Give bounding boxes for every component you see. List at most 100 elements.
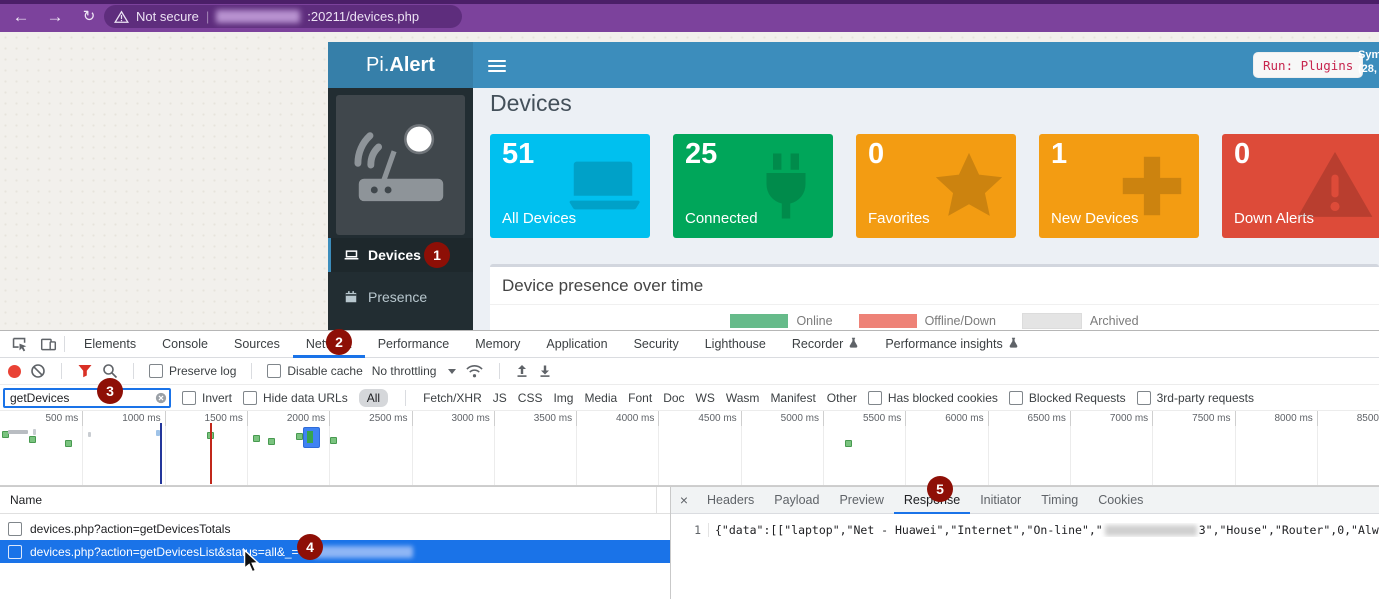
filter-more-label: Blocked Requests xyxy=(1029,391,1126,405)
requests-name-column-header[interactable]: Name xyxy=(0,487,670,514)
not-secure-label: Not secure xyxy=(136,9,199,24)
sidebar-item-label: Devices xyxy=(368,247,421,263)
request-checkbox[interactable] xyxy=(8,545,22,559)
record-icon[interactable] xyxy=(8,365,21,378)
detail-tab-payload[interactable]: Payload xyxy=(764,487,829,514)
tab-label: Sources xyxy=(234,337,280,351)
import-har-icon[interactable] xyxy=(515,363,529,379)
filter-blocked-requests-toggle[interactable]: Blocked Requests xyxy=(1009,391,1126,405)
card-favorites[interactable]: 0Favorites xyxy=(856,134,1016,238)
legend-item-offline-down[interactable]: Offline/Down xyxy=(859,313,996,329)
checkbox[interactable] xyxy=(1137,391,1151,405)
address-bar[interactable]: Not secure | :20211/devices.php xyxy=(104,5,462,28)
filter-3rd-party-requests-toggle[interactable]: 3rd-party requests xyxy=(1137,391,1254,405)
tab-elements[interactable]: Elements xyxy=(71,331,149,358)
card-down-alerts[interactable]: 0Down Alerts xyxy=(1222,134,1379,238)
run-plugins-button[interactable]: Run: Plugins xyxy=(1253,52,1363,78)
timeline-tick-label: 6000 ms xyxy=(916,413,984,424)
disable-cache-toggle[interactable]: Disable cache xyxy=(267,364,362,378)
network-overview-timeline[interactable]: 500 ms1000 ms1500 ms2000 ms2500 ms3000 m… xyxy=(0,411,1379,486)
legend-item-online[interactable]: Online xyxy=(730,313,832,329)
request-type-filters: All Fetch/XHR JS CSS Img Media Font Doc WS Wasm Ma… xyxy=(359,389,857,407)
detail-tab-cookies[interactable]: Cookies xyxy=(1088,487,1153,514)
request-row[interactable]: devices.php?action=getDevicesList&status… xyxy=(0,540,670,563)
preserve-log-checkbox[interactable] xyxy=(149,364,163,378)
sidebar-item-presence[interactable]: Presence xyxy=(328,280,473,314)
legend-label: Archived xyxy=(1090,314,1139,328)
filter-type-ws[interactable]: WS xyxy=(696,391,715,405)
close-icon[interactable]: × xyxy=(671,492,697,508)
detail-tab-headers[interactable]: Headers xyxy=(697,487,764,514)
search-icon[interactable] xyxy=(102,363,118,379)
card-value: 51 xyxy=(502,138,534,171)
timeline-tick-label: 8500 ms xyxy=(1327,413,1379,424)
tab-performance-insights[interactable]: Performance insights xyxy=(872,331,1031,358)
tab-application[interactable]: Application xyxy=(533,331,620,358)
filter-input[interactable] xyxy=(3,388,171,408)
card-new-devices[interactable]: 1New Devices xyxy=(1039,134,1199,238)
inspect-element-icon[interactable] xyxy=(9,334,29,354)
filter-type-fetch-xhr[interactable]: Fetch/XHR xyxy=(423,391,482,405)
clear-icon[interactable] xyxy=(30,363,46,379)
request-row[interactable]: devices.php?action=getDevicesTotals xyxy=(0,517,670,540)
app-logo[interactable]: Pi.Alert xyxy=(328,42,473,88)
filter-type-css[interactable]: CSS xyxy=(518,391,543,405)
filter-icon[interactable] xyxy=(77,363,93,379)
response-content[interactable]: {"data":[["laptop","Net - Huawei","Inter… xyxy=(709,523,1379,537)
mouse-cursor xyxy=(243,549,261,580)
tab-security[interactable]: Security xyxy=(621,331,692,358)
annotation-circle-2: 2 xyxy=(326,329,352,355)
checkbox[interactable] xyxy=(1009,391,1023,405)
redacted-query-param xyxy=(313,546,413,558)
timeline-gridline xyxy=(823,411,824,485)
response-suffix: 3","House","Router",0,"Always on" xyxy=(1199,523,1379,537)
filter-type-manifest[interactable]: Manifest xyxy=(770,391,815,405)
legend-item-archived[interactable]: Archived xyxy=(1022,313,1139,329)
tab-label: Performance xyxy=(378,337,450,351)
disable-cache-checkbox[interactable] xyxy=(267,364,281,378)
device-toolbar-icon[interactable] xyxy=(38,334,58,354)
checkbox[interactable] xyxy=(868,391,882,405)
filter-type-wasm[interactable]: Wasm xyxy=(726,391,760,405)
tab-memory[interactable]: Memory xyxy=(462,331,533,358)
filter-type-other[interactable]: Other xyxy=(827,391,857,405)
clear-filter-icon[interactable] xyxy=(155,392,167,404)
card-value: 0 xyxy=(868,138,884,171)
browser-toolbar: ← → ↻ Not secure | :20211/devices.php xyxy=(0,0,1379,32)
network-conditions-icon[interactable] xyxy=(465,363,484,379)
disable-cache-label: Disable cache xyxy=(287,364,362,378)
preserve-log-toggle[interactable]: Preserve log xyxy=(149,364,236,378)
reload-icon[interactable]: ↻ xyxy=(76,4,102,30)
forward-icon[interactable]: → xyxy=(42,4,68,30)
not-secure-warning-icon xyxy=(114,10,129,24)
throttling-select[interactable]: No throttling xyxy=(372,364,457,378)
filter-type-font[interactable]: Font xyxy=(628,391,652,405)
detail-tab-preview[interactable]: Preview xyxy=(829,487,893,514)
detail-tab-initiator[interactable]: Initiator xyxy=(970,487,1031,514)
tab-performance[interactable]: Performance xyxy=(365,331,463,358)
timeline-tick-label: 8000 ms xyxy=(1245,413,1313,424)
tab-recorder[interactable]: Recorder xyxy=(779,331,872,358)
detail-tab-timing[interactable]: Timing xyxy=(1031,487,1088,514)
tab-console[interactable]: Console xyxy=(149,331,221,358)
filter-type-all[interactable]: All xyxy=(359,389,388,407)
filter-type-media[interactable]: Media xyxy=(584,391,617,405)
filter-type-img[interactable]: Img xyxy=(553,391,573,405)
tab-lighthouse[interactable]: Lighthouse xyxy=(692,331,779,358)
dcl-marker-line xyxy=(160,423,162,484)
filter-has-blocked-cookies-toggle[interactable]: Has blocked cookies xyxy=(868,391,998,405)
invert-toggle[interactable]: Invert xyxy=(182,391,232,405)
request-checkbox[interactable] xyxy=(8,522,22,536)
card-connected[interactable]: 25Connected xyxy=(673,134,833,238)
filter-type-js[interactable]: JS xyxy=(493,391,507,405)
export-har-icon[interactable] xyxy=(538,363,552,379)
network-split-view: Name devices.php?action=getDevicesTotals… xyxy=(0,486,1379,599)
sidebar-item-devices[interactable]: Devices xyxy=(328,238,473,272)
chart-legend: Online Offline/Down Archived xyxy=(490,313,1379,329)
tab-sources[interactable]: Sources xyxy=(221,331,293,358)
filter-type-doc[interactable]: Doc xyxy=(663,391,684,405)
hamburger-menu-icon[interactable] xyxy=(488,57,506,75)
back-icon[interactable]: ← xyxy=(8,4,34,30)
hide-data-urls-toggle[interactable]: Hide data URLs xyxy=(243,391,348,405)
card-all-devices[interactable]: 51All Devices xyxy=(490,134,650,238)
